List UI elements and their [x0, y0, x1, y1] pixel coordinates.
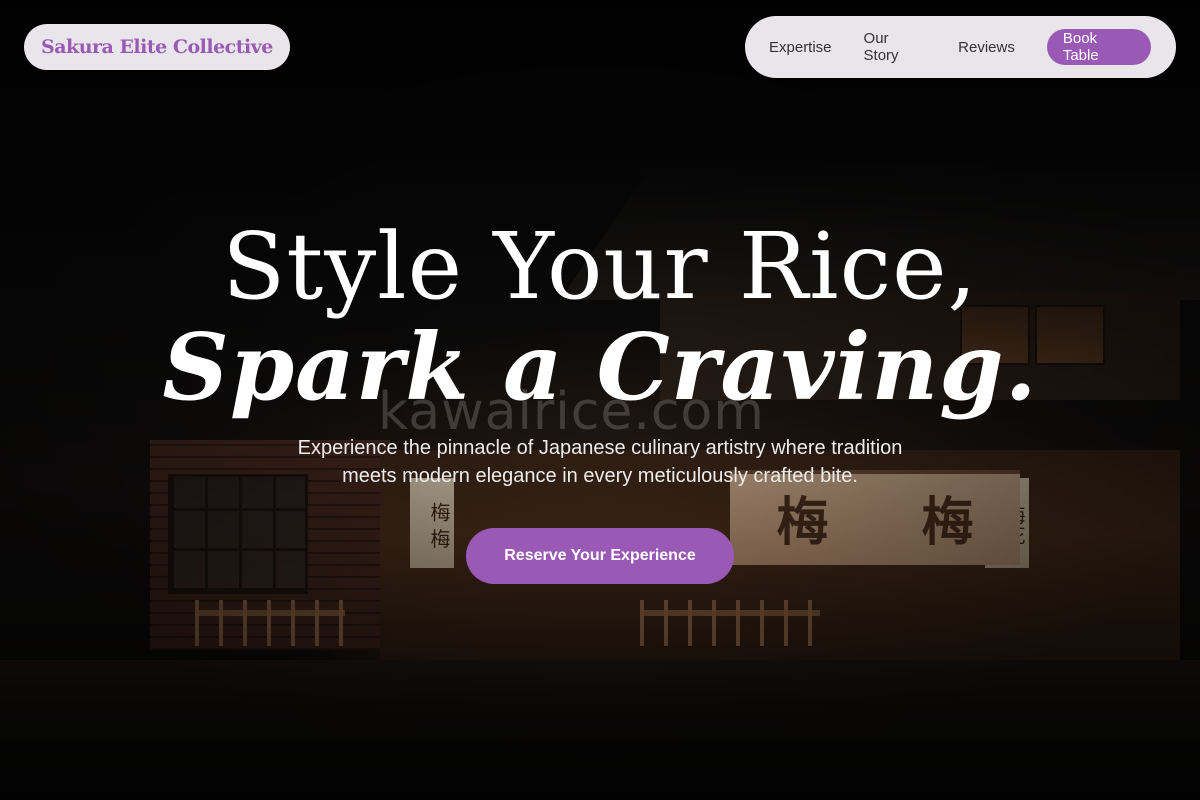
brand-logo[interactable]: Sakura Elite Collective: [24, 24, 290, 70]
main-nav: Expertise Our Story Reviews Book Table: [745, 16, 1176, 78]
nav-link-expertise[interactable]: Expertise: [769, 39, 832, 56]
hero-subtitle: Experience the pinnacle of Japanese culi…: [297, 437, 903, 487]
book-table-button[interactable]: Book Table: [1046, 29, 1151, 65]
hero-title-line1: Style Your Rice,: [222, 213, 978, 320]
brand-name: Sakura Elite Collective: [41, 36, 273, 58]
hero-title-line2: Spark a Craving.: [162, 313, 1038, 421]
nav-link-reviews[interactable]: Reviews: [958, 39, 1015, 56]
reserve-experience-button[interactable]: Reserve Your Experience: [466, 528, 734, 584]
nav-link-our-story[interactable]: Our Story: [864, 30, 927, 64]
